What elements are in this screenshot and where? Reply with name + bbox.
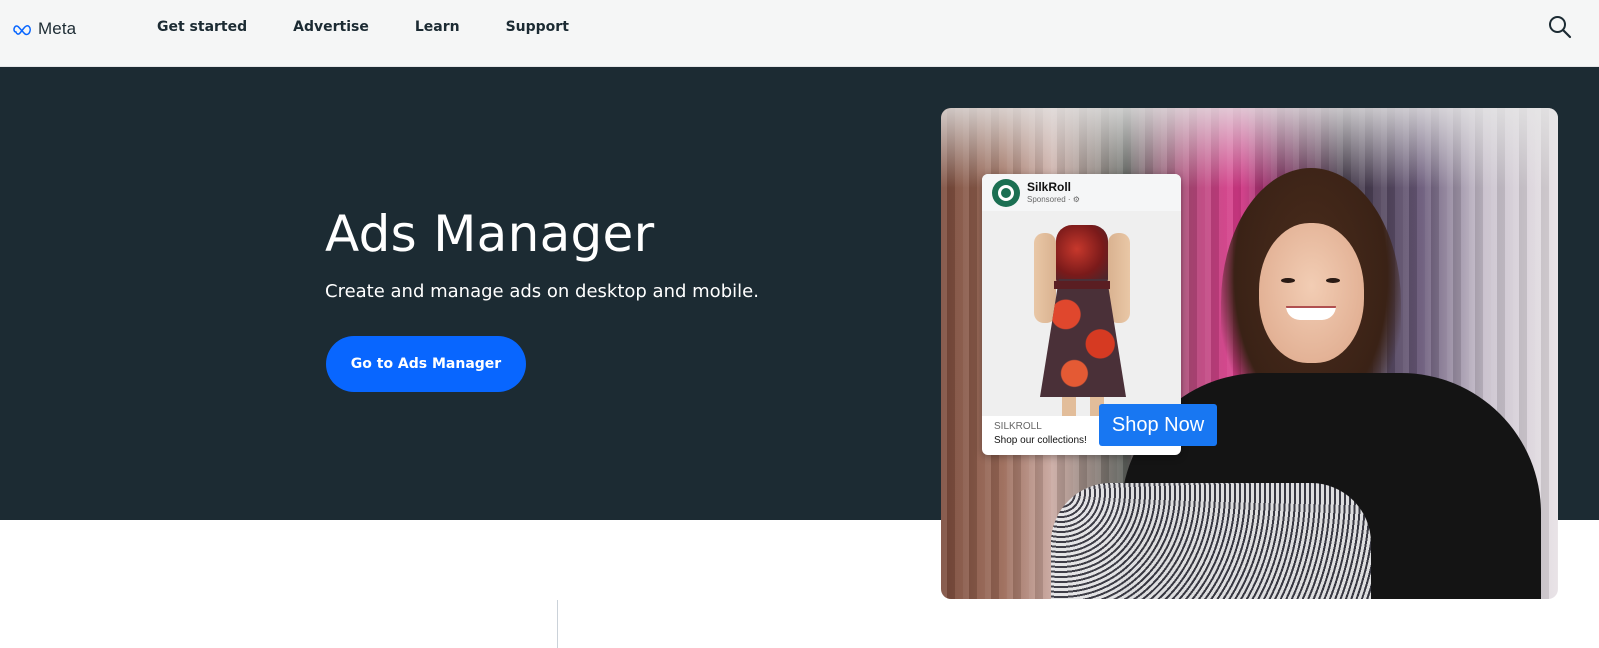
fabric-bundle <box>1051 483 1371 599</box>
nav-get-started[interactable]: Get started <box>157 17 247 37</box>
search-button[interactable] <box>1547 14 1573 40</box>
ad-sponsored-label: Sponsored · ⚙ <box>1027 195 1080 204</box>
logo-text: Meta <box>38 19 77 38</box>
meta-infinity-icon <box>13 25 31 36</box>
hero-image: SilkRoll Sponsored · ⚙ SILKROLL Shop our… <box>941 108 1558 599</box>
top-nav: Meta Get started Advertise Learn Support <box>0 0 1599 67</box>
ad-account-name: SilkRoll <box>1027 180 1072 194</box>
dress-icon <box>1056 225 1108 285</box>
ad-brand: SILKROLL <box>994 421 1042 432</box>
silkroll-logo-icon <box>998 185 1014 201</box>
section-divider <box>557 600 558 648</box>
go-to-ads-manager-button[interactable]: Go to Ads Manager <box>326 336 526 392</box>
meta-logo[interactable]: Meta <box>13 18 76 40</box>
avatar <box>992 179 1020 207</box>
page-title: Ads Manager <box>325 205 655 263</box>
shop-now-button[interactable]: Shop Now <box>1099 404 1217 446</box>
person-face <box>1259 223 1364 363</box>
ad-product-image <box>982 211 1181 416</box>
search-icon <box>1549 16 1572 39</box>
nav-learn[interactable]: Learn <box>415 17 460 37</box>
nav-advertise[interactable]: Advertise <box>293 17 369 37</box>
ad-tagline: Shop our collections! <box>994 435 1087 446</box>
hero-subtitle: Create and manage ads on desktop and mob… <box>325 281 759 302</box>
nav-support[interactable]: Support <box>506 17 569 37</box>
ad-header: SilkRoll Sponsored · ⚙ <box>982 174 1181 211</box>
nav-links: Get started Advertise Learn Support <box>157 17 615 37</box>
